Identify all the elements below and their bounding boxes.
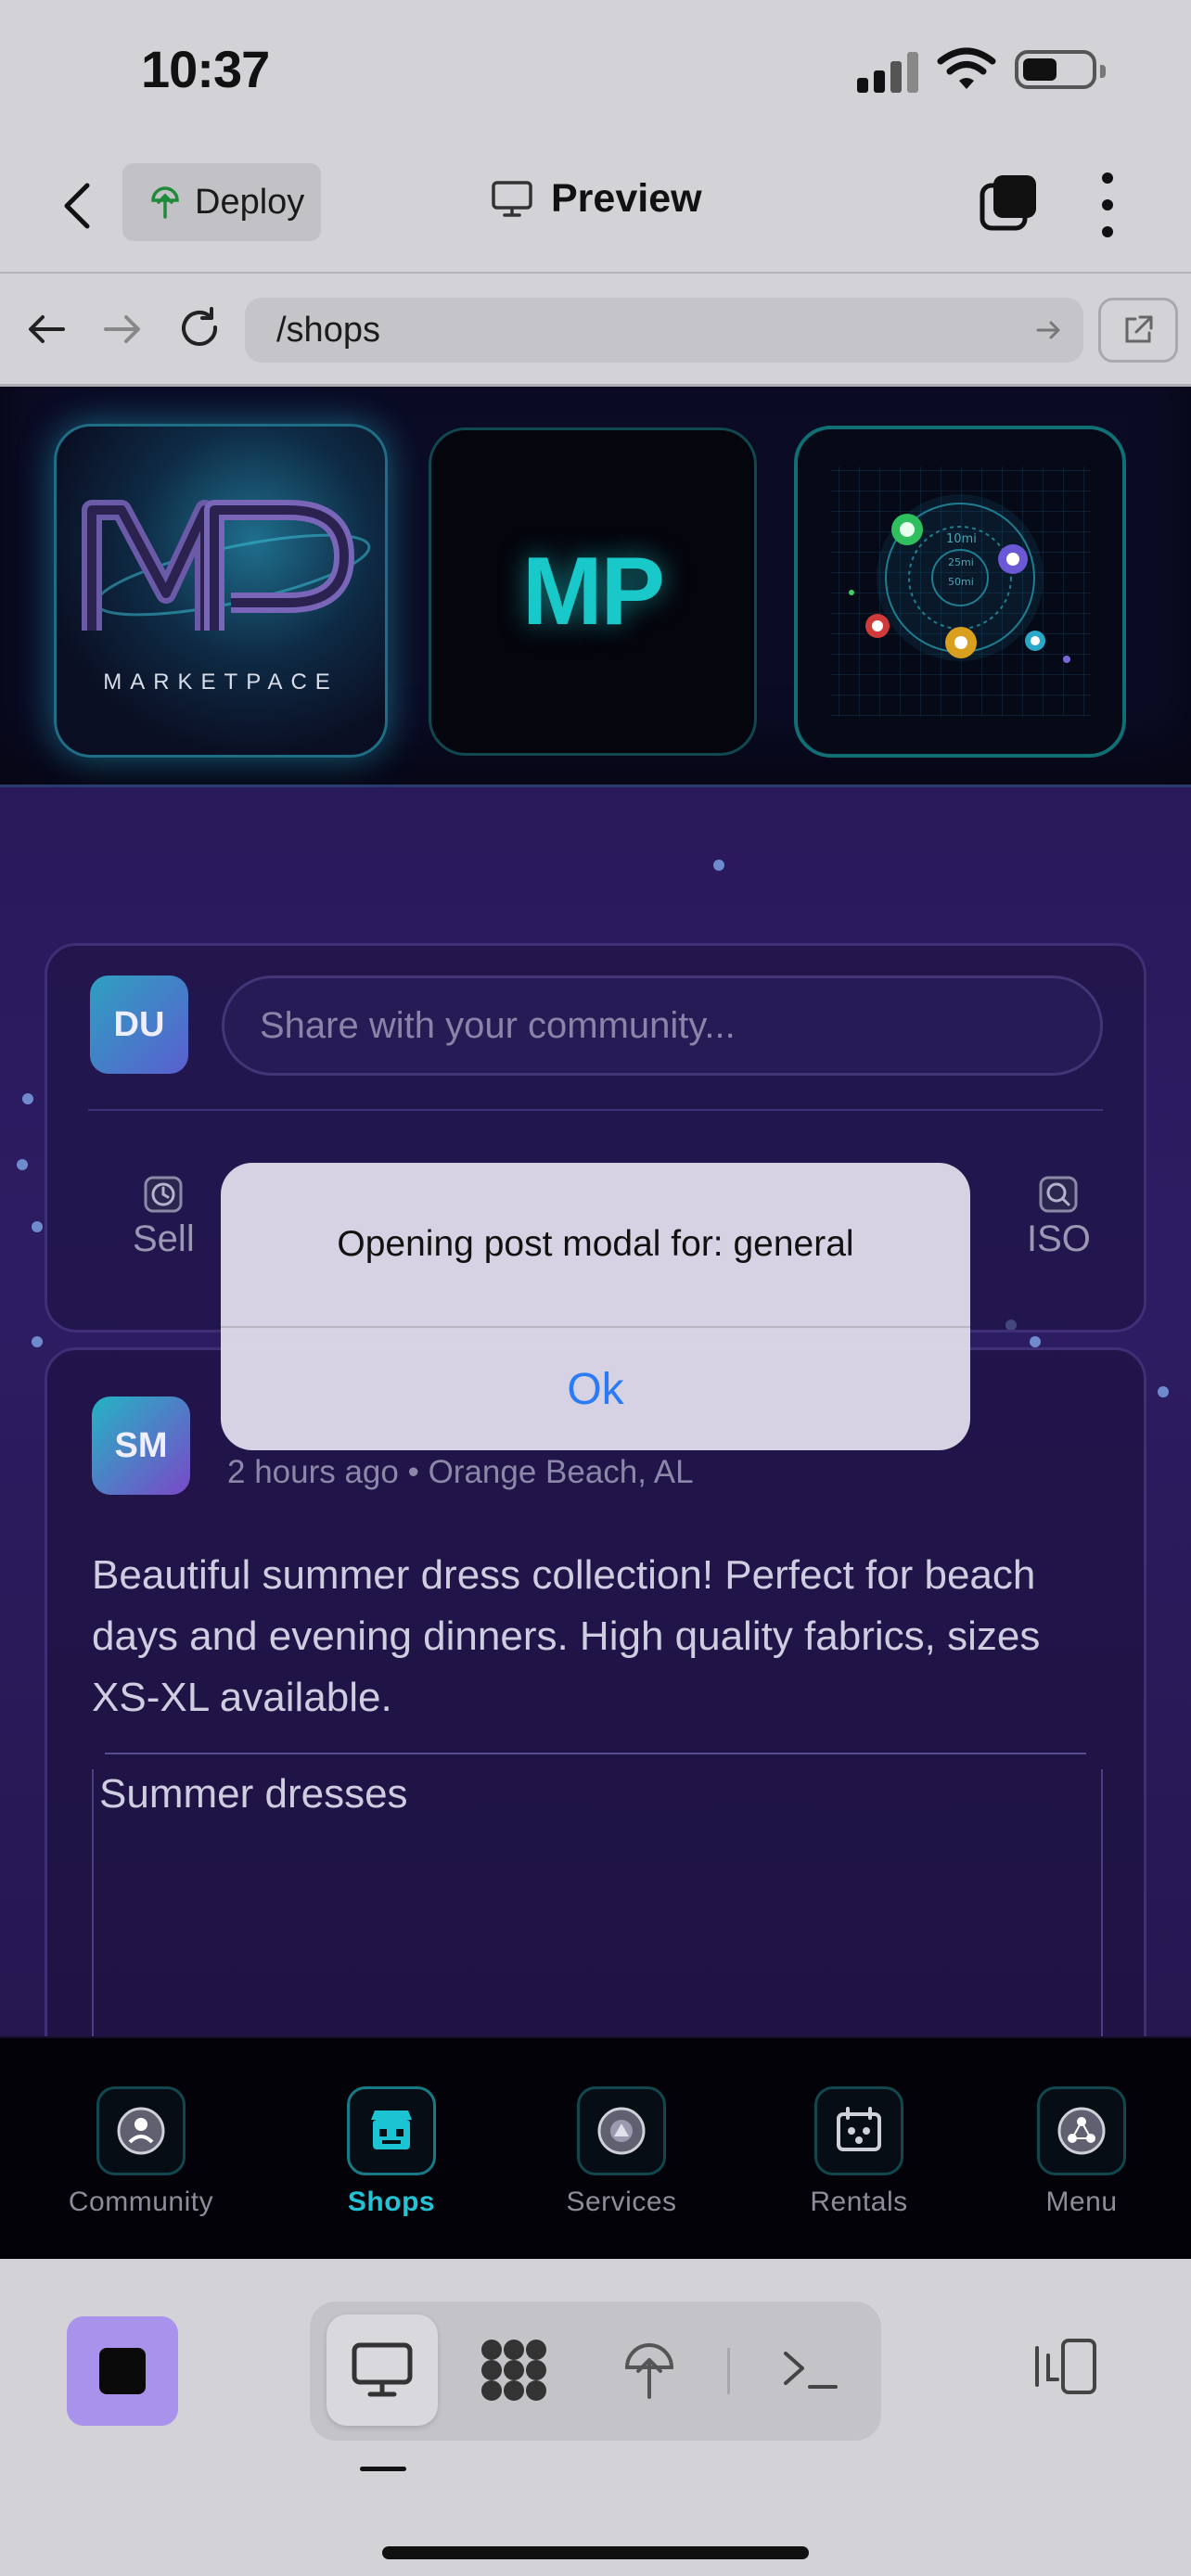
wifi-icon: [937, 47, 996, 89]
marketpace-logo-tile[interactable]: MARKETPACE: [54, 424, 388, 758]
community-icon: [117, 2107, 165, 2155]
more-options-icon[interactable]: [1095, 172, 1121, 237]
deploy-view-button[interactable]: [594, 2315, 705, 2426]
mp-tile[interactable]: MP: [429, 427, 757, 756]
hero-banner: MARKETPACE MP 10mi 25mi 50mi: [0, 387, 1191, 787]
iso-action[interactable]: ISO: [1027, 1176, 1091, 1260]
shop-icon: [371, 2111, 412, 2149]
nav-community-label: Community: [68, 2187, 214, 2217]
decorative-dot: [22, 1093, 33, 1104]
image-alt-text: Summer dresses: [99, 1771, 408, 1817]
deploy-icon: [624, 2343, 674, 2399]
decorative-dot: [32, 1336, 43, 1347]
logo-wordmark: MARKETPACE: [103, 670, 339, 695]
deploy-button[interactable]: Deploy: [122, 163, 321, 241]
radar-map-tile[interactable]: 10mi 25mi 50mi: [794, 426, 1126, 758]
console-view-button[interactable]: [755, 2315, 866, 2426]
decorative-dot: [1158, 1386, 1169, 1397]
poster-avatar[interactable]: SM: [92, 1396, 190, 1495]
tabs-icon[interactable]: [980, 172, 1039, 232]
nav-shops-label: Shops: [347, 2187, 436, 2217]
alert-message: Opening post modal for: general: [337, 1224, 854, 1264]
radar-map-icon: 10mi 25mi 50mi: [831, 466, 1091, 717]
svg-text:10mi: 10mi: [946, 532, 977, 546]
segment-divider: [727, 2348, 730, 2394]
side-panel-icon[interactable]: [1031, 2337, 1098, 2396]
mp-logo-icon: [82, 500, 371, 631]
svg-text:50mi: 50mi: [948, 576, 974, 588]
nav-community[interactable]: Community: [48, 2086, 234, 2218]
open-external-button[interactable]: [1098, 298, 1178, 363]
nav-shops[interactable]: Shops: [299, 2086, 484, 2218]
monitor-icon: [352, 2342, 413, 2397]
post-image[interactable]: Summer dresses: [92, 1769, 1103, 2037]
mp-text: MP: [522, 537, 665, 645]
browser-forward-icon[interactable]: [98, 305, 147, 353]
iso-label: ISO: [1027, 1218, 1091, 1259]
nav-menu-label: Menu: [1045, 2187, 1118, 2217]
nav-services[interactable]: Services: [529, 2086, 714, 2218]
go-arrow-icon[interactable]: [1035, 316, 1063, 344]
battery-icon: [1015, 50, 1106, 89]
home-indicator: [382, 2546, 809, 2559]
decorative-dot: [1030, 1336, 1041, 1347]
app-bottom-nav: Community Shops Services Rentals Menu: [0, 2036, 1191, 2259]
services-icon: [597, 2107, 646, 2155]
workspace-view-button[interactable]: [458, 2315, 570, 2426]
nav-rentals[interactable]: Rentals: [766, 2086, 952, 2218]
reload-icon[interactable]: [176, 305, 224, 353]
feed-post: SM 2 hours ago • Orange Beach, AL Beauti…: [45, 1347, 1146, 2037]
preview-view-button[interactable]: [327, 2315, 438, 2426]
decorative-dot: [713, 860, 724, 871]
monitor-icon: [492, 180, 532, 217]
workspace-icon: [481, 2340, 546, 2401]
nav-services-label: Services: [566, 2187, 677, 2217]
alert-dialog: Opening post modal for: general Ok: [221, 1163, 970, 1450]
user-avatar[interactable]: DU: [90, 976, 188, 1074]
deploy-icon: [151, 186, 179, 219]
post-divider: [105, 1753, 1086, 1754]
app-header: Deploy Preview: [0, 139, 1191, 274]
stop-button[interactable]: [67, 2316, 178, 2426]
rentals-icon: [837, 2107, 881, 2151]
browser-bar: /shops: [0, 275, 1191, 387]
preview-title[interactable]: Preview: [492, 176, 702, 222]
view-switcher: [310, 2302, 881, 2441]
active-tab-indicator: [360, 2467, 406, 2471]
cellular-signal-icon: [857, 52, 920, 93]
url-field[interactable]: /shops: [245, 298, 1083, 363]
clock-icon: [144, 1176, 183, 1213]
terminal-icon: [784, 2352, 838, 2389]
external-link-icon: [1125, 315, 1153, 343]
sell-label: Sell: [133, 1218, 195, 1259]
decorative-dot: [32, 1221, 43, 1232]
dev-toolbar: [0, 2259, 1191, 2576]
alert-ok-button[interactable]: Ok: [221, 1328, 970, 1450]
browser-back-icon[interactable]: [22, 305, 70, 353]
sell-action[interactable]: Sell: [133, 1176, 195, 1260]
svg-text:25mi: 25mi: [948, 556, 974, 568]
preview-label: Preview: [551, 176, 702, 221]
status-bar: 10:37: [0, 0, 1191, 139]
status-time: 10:37: [141, 40, 270, 98]
post-body: Beautiful summer dress collection! Perfe…: [92, 1552, 1041, 1720]
composer-divider: [88, 1109, 1103, 1111]
decorative-dot: [17, 1159, 28, 1170]
nav-menu[interactable]: Menu: [989, 2086, 1174, 2218]
back-chevron-icon[interactable]: [58, 180, 98, 232]
post-meta: 2 hours ago • Orange Beach, AL: [227, 1454, 694, 1490]
menu-icon: [1057, 2107, 1106, 2155]
nav-rentals-label: Rentals: [810, 2187, 908, 2217]
deploy-label: Deploy: [195, 182, 305, 222]
search-icon: [1039, 1176, 1078, 1213]
share-input[interactable]: Share with your community...: [222, 976, 1103, 1076]
url-text: /shops: [276, 311, 380, 350]
stop-icon: [99, 2348, 146, 2394]
